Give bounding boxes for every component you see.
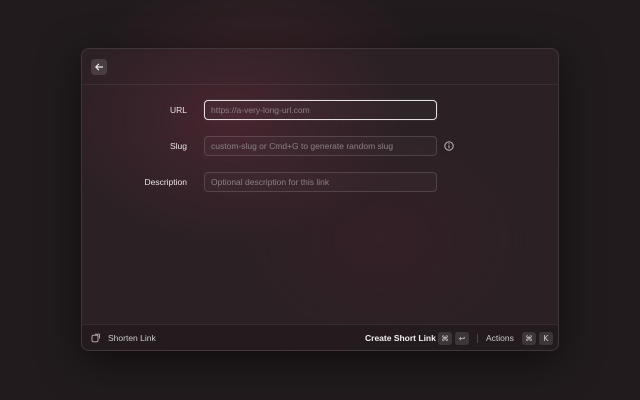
footer-divider [477,334,478,343]
actions-button[interactable]: Actions [486,325,514,350]
url-input[interactable] [204,100,437,120]
desktop-background: URL Slug Description Shorten Link Create… [0,0,640,400]
return-key: ↩ [455,332,469,345]
k-key: K [539,332,553,345]
link-command-icon [91,333,100,343]
search-bar [82,49,558,85]
slug-input[interactable] [204,136,437,156]
raycast-window: URL Slug Description Shorten Link Create… [81,48,559,351]
description-row: Description [82,172,558,192]
info-icon[interactable] [444,141,454,151]
url-row: URL [82,100,558,120]
arrow-left-icon [95,63,104,71]
description-input[interactable] [204,172,437,192]
back-button[interactable] [91,59,107,75]
action-bar: Shorten Link Create Short Link ⌘ ↩ Actio… [82,324,558,350]
create-short-link-button[interactable]: Create Short Link [365,325,436,350]
command-key: ⌘ [522,332,536,345]
description-label: Description [144,177,187,187]
command-title: Shorten Link [108,333,156,343]
slug-row: Slug [82,136,558,156]
url-label: URL [169,105,187,115]
command-key: ⌘ [438,332,452,345]
slug-label: Slug [169,141,187,151]
